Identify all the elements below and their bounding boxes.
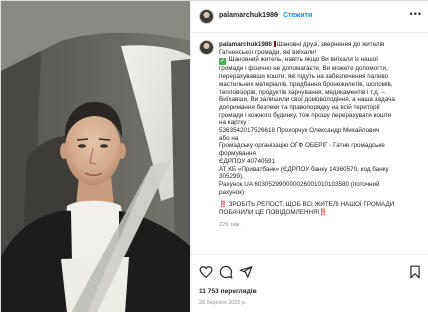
caption-line: громади і кожного будинку, тож прошу пер…	[219, 111, 392, 119]
caption-line: рахунок)	[219, 188, 245, 196]
caption-line: мастильних матеріалів, придбання бронежи…	[219, 80, 393, 88]
separator-dot: •	[276, 12, 279, 19]
caption-line: Рахунок UA 603052990000026001010103580 (…	[219, 180, 380, 188]
username-link[interactable]: palamarchuk1986	[219, 12, 278, 19]
caption-line: громади і фізично не допомагаєте, Ви мож…	[219, 65, 388, 73]
flag-bar-icon	[273, 41, 276, 47]
post-header: palamarchuk1986 • Стежити •••	[191, 1, 428, 33]
appeal-line: ПОБАЧИЛИ ЦЕ ПОВІДОМЛЕННЯ!‼️	[219, 209, 328, 217]
more-options-icon[interactable]: •••	[410, 9, 422, 19]
post-video[interactable]	[1, 1, 190, 312]
caption-line: формування	[219, 150, 256, 158]
caption-line: АТ КБ «Приватбанк» (ЄДРПОУ банку 1436057…	[219, 165, 389, 173]
caption-line: 305299),	[219, 173, 244, 181]
appeal-line: ‼️ ЗРОБІТЬ РЕПОСТ, ЩОБ ВСІ ЖИТЕЛІ НАШОЇ …	[219, 201, 395, 209]
caption-avatar[interactable]	[199, 40, 214, 55]
avatar[interactable]	[199, 9, 214, 24]
caption-line: Шановний житель, навіть якщо Ви виїхали …	[228, 56, 378, 64]
caption-line: Шановні друзі, звернення до жителів	[276, 41, 385, 48]
caption-line: допримання безпеки та правопорядку на вс…	[219, 103, 380, 111]
comment-icon[interactable]	[219, 265, 233, 279]
caption-text: palamarchuk1986 Шановні друзі, звернення…	[219, 41, 424, 229]
caption-line: перерахувавши кошти, які підуть на забез…	[219, 73, 389, 81]
caption-line: ЄДРПОУ 40740591	[219, 157, 276, 165]
caption-line: на картку :	[219, 119, 250, 127]
follow-button[interactable]: Стежити	[283, 12, 312, 19]
like-heart-icon[interactable]	[199, 265, 213, 279]
caption-section: palamarchuk1986 Шановні друзі, звернення…	[191, 34, 428, 254]
caption-line: Громадську організацію ОГФ ОБЕРІГ - Гатн…	[219, 142, 385, 150]
share-icon[interactable]	[239, 265, 253, 279]
caption-line: 5363542017526618 Прохорчук Олександр Мих…	[219, 127, 380, 135]
post-date[interactable]: 28 березня 2022 р.	[199, 300, 246, 306]
caption-line: Виїхавши, Ви залишили свої домоволодіння…	[219, 96, 395, 104]
caption-username[interactable]: palamarchuk1986	[219, 41, 272, 48]
views-count[interactable]: 11 753 переглядів	[199, 288, 257, 295]
post-sidebar: palamarchuk1986 • Стежити ••• palamarchu…	[190, 1, 428, 312]
actions-section: 11 753 переглядів 28 березня 2022 р.	[191, 254, 428, 312]
post-frame: palamarchuk1986 • Стежити ••• palamarchu…	[0, 0, 428, 312]
video-frame-image	[1, 1, 190, 312]
caption-timestamp[interactable]: 22б тиж.	[219, 222, 424, 230]
save-bookmark-icon[interactable]	[408, 265, 422, 279]
